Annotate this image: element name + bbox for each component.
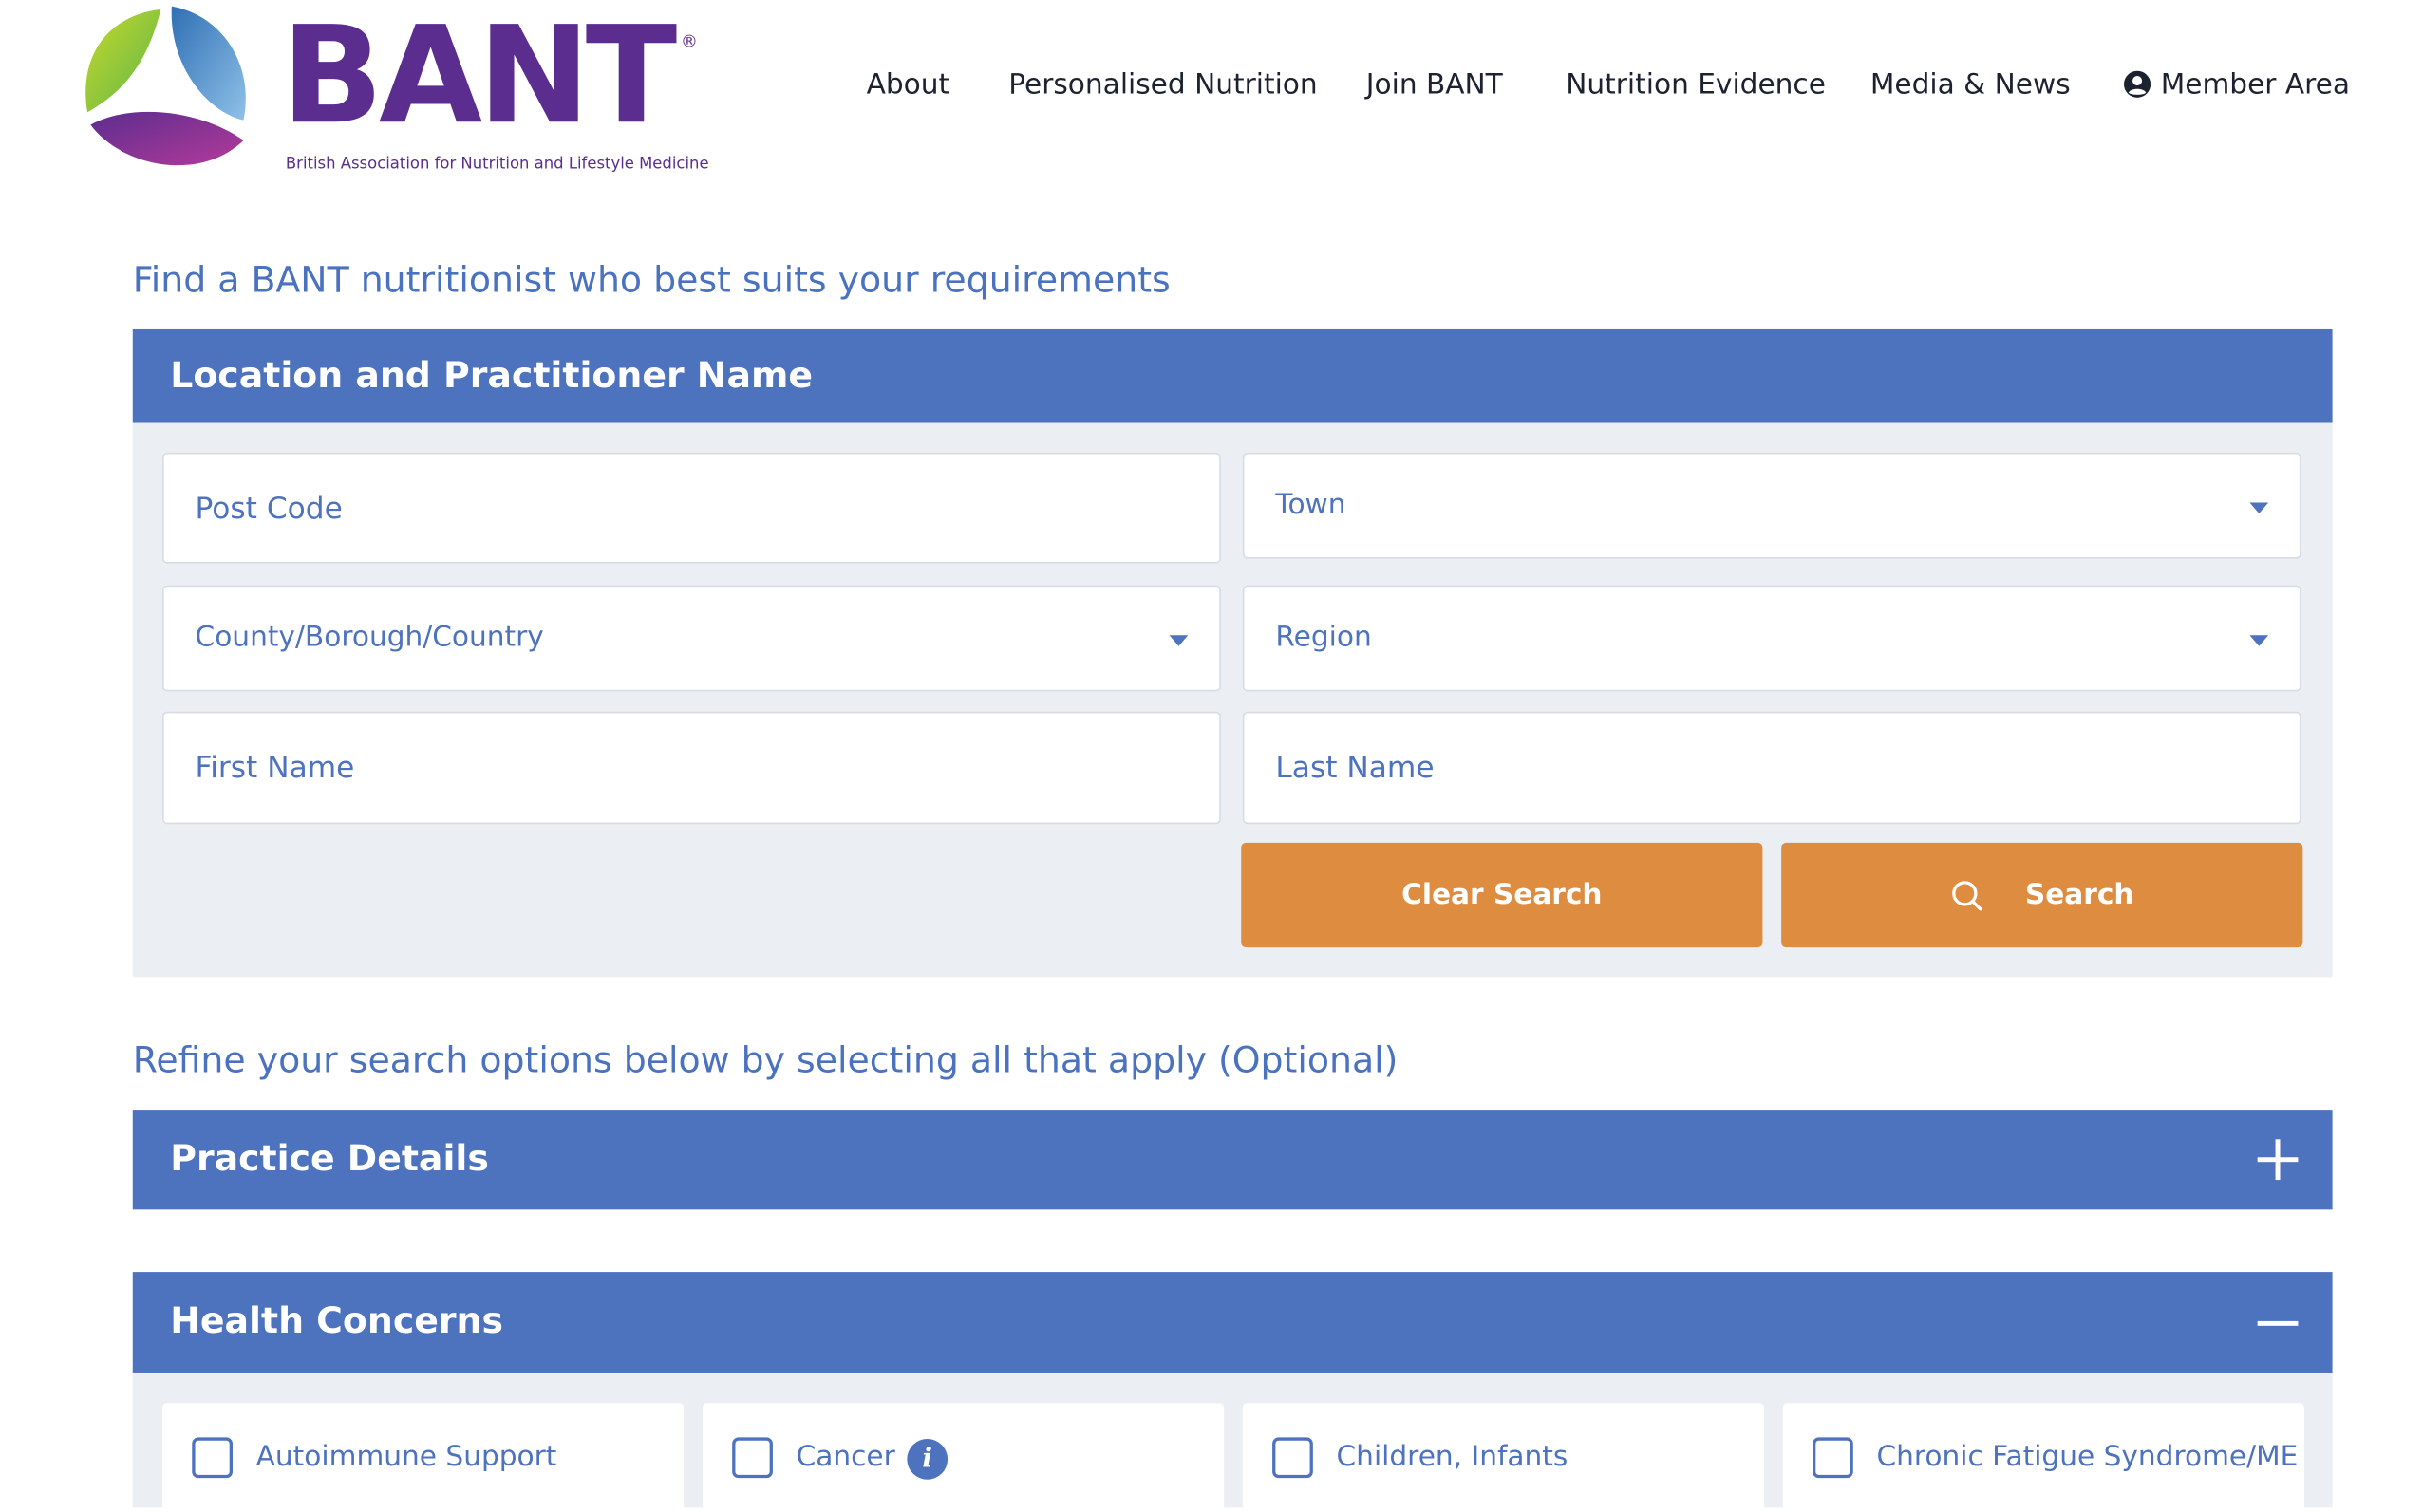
nav-member-area[interactable]: Member Area [2123, 68, 2350, 102]
county-select-label: County/Borough/Country [195, 621, 544, 654]
minus-icon[interactable] [2254, 1300, 2301, 1347]
chevron-down-icon [2249, 502, 2269, 513]
health-option-label: Cancer [796, 1440, 895, 1474]
nav-media-news[interactable]: Media & News [1870, 68, 2071, 102]
nav-about[interactable]: About [867, 68, 950, 102]
nav-personalised-nutrition[interactable]: Personalised Nutrition [1008, 68, 1317, 102]
health-concerns-header[interactable]: Health Concerns [132, 1272, 2333, 1373]
main-nav: About Personalised Nutrition Join BANT N… [0, 68, 2423, 112]
refine-intro-heading: Refine your search options below by sele… [132, 1040, 1399, 1082]
postcode-field[interactable] [162, 452, 1221, 564]
health-option-label: Autoimmune Support [255, 1440, 557, 1474]
clear-search-button[interactable]: Clear Search [1241, 842, 1763, 948]
checkbox[interactable] [192, 1437, 234, 1479]
town-select-label: Town [1275, 488, 1346, 522]
chevron-down-icon [1169, 635, 1189, 646]
info-icon[interactable]: i [907, 1439, 949, 1480]
nav-join-bant[interactable]: Join BANT [1366, 68, 1503, 102]
clear-search-label: Clear Search [1401, 878, 1603, 912]
first-name-input[interactable] [163, 713, 1220, 823]
health-option-chronic-fatigue[interactable]: Chronic Fatigue Syndrome/ME [1782, 1403, 2304, 1512]
bant-tagline: British Association for Nutrition and Li… [285, 156, 709, 174]
page: BANT ® British Association for Nutrition… [0, 0, 2423, 1512]
search-button-label: Search [2024, 878, 2134, 912]
search-button[interactable]: Search [1781, 842, 2303, 948]
location-panel-header: Location and Practitioner Name [132, 328, 2333, 423]
search-icon [1952, 880, 1982, 910]
health-option-cancer[interactable]: Cancer i [702, 1403, 1225, 1512]
last-name-field[interactable] [1242, 711, 2301, 825]
first-name-field[interactable] [162, 711, 1221, 825]
plus-icon[interactable] [2254, 1136, 2301, 1183]
health-option-children[interactable]: Children, Infants [1242, 1403, 1765, 1512]
postcode-input[interactable] [163, 454, 1220, 562]
member-area-label: Member Area [2160, 68, 2350, 102]
practice-details-header[interactable]: Practice Details [132, 1110, 2333, 1210]
region-select[interactable]: Region [1242, 585, 2301, 692]
town-select[interactable]: Town [1242, 452, 2301, 559]
region-select-label: Region [1275, 621, 1372, 654]
user-circle-icon [2123, 70, 2151, 98]
registered-mark: ® [680, 30, 699, 52]
health-option-label: Chronic Fatigue Syndrome/ME [1876, 1440, 2299, 1474]
location-panel-title: Location and Practitioner Name [170, 355, 814, 397]
search-intro-heading: Find a BANT nutritionist who best suits … [132, 260, 1171, 302]
last-name-input[interactable] [1244, 713, 2301, 823]
checkbox[interactable] [1272, 1437, 1313, 1479]
nav-nutrition-evidence[interactable]: Nutrition Evidence [1566, 68, 1826, 102]
health-concerns-title: Health Concerns [170, 1301, 504, 1343]
health-option-autoimmune[interactable]: Autoimmune Support [162, 1403, 685, 1512]
practice-details-title: Practice Details [170, 1139, 489, 1181]
checkbox[interactable] [1813, 1437, 1853, 1479]
county-select[interactable]: County/Borough/Country [162, 585, 1221, 692]
health-option-label: Children, Infants [1336, 1440, 1568, 1474]
chevron-down-icon [2249, 635, 2269, 646]
checkbox[interactable] [732, 1437, 773, 1479]
